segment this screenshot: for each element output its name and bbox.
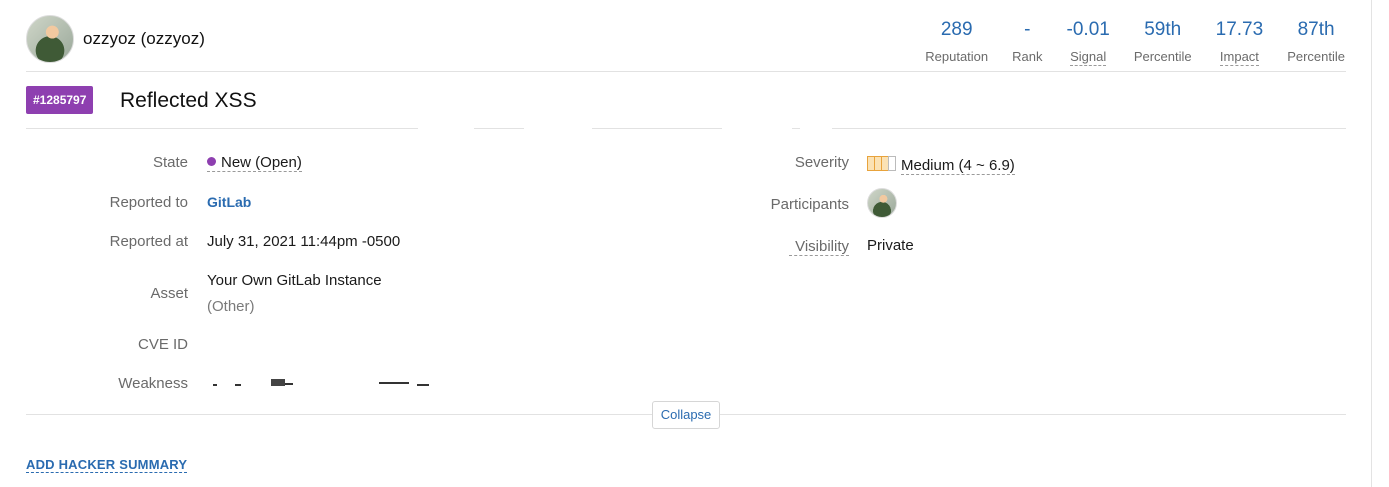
header-divider — [26, 71, 1346, 72]
reporter-username[interactable]: ozzyoz (ozzyoz) — [83, 29, 205, 49]
stat-label: Percentile — [1287, 49, 1345, 64]
stat-label: Reputation — [925, 49, 989, 64]
stat-value: 17.73 — [1215, 19, 1264, 40]
title-divider — [26, 128, 1346, 129]
reported-at-label: Reported at — [109, 233, 188, 250]
stat-reputation: 289 Reputation — [913, 16, 1000, 66]
visibility-value: Private — [867, 237, 914, 254]
collapse-button[interactable]: Collapse — [652, 401, 720, 429]
participants-label: Participants — [770, 196, 849, 213]
stat-label: Percentile — [1133, 49, 1192, 64]
severity-value[interactable]: Medium (4 ~ 6.9) — [867, 156, 1015, 175]
stat-impact-percentile: 87th Percentile — [1275, 16, 1345, 66]
asset-value: Your Own GitLab Instance — [207, 272, 382, 289]
reported-at-value: July 31, 2021 11:44pm -0500 — [207, 233, 401, 250]
state-dot-icon — [207, 157, 216, 166]
reported-to-label: Reported to — [109, 194, 188, 211]
cve-label: CVE ID — [137, 336, 188, 353]
weakness-value-redacted — [207, 372, 447, 388]
stat-rank: - Rank — [1000, 16, 1054, 66]
redaction-mark — [722, 126, 792, 131]
asset-label: Asset — [150, 285, 188, 302]
report-title: Reflected XSS — [120, 89, 257, 112]
add-hacker-summary-link[interactable]: ADD HACKER SUMMARY — [26, 457, 188, 473]
weakness-label: Weakness — [118, 375, 188, 392]
stat-value: 289 — [940, 19, 973, 40]
redaction-mark — [800, 126, 832, 131]
report-id-badge[interactable]: #1285797 — [26, 86, 94, 114]
stat-label[interactable]: Signal — [1070, 48, 1107, 66]
asset-type: (Other) — [207, 298, 255, 315]
redaction-mark — [418, 126, 474, 131]
visibility-label[interactable]: Visibility — [789, 238, 849, 256]
severity-label: Severity — [794, 154, 849, 171]
participant-avatar[interactable] — [867, 188, 897, 218]
program-link[interactable]: GitLab — [207, 194, 251, 210]
stat-value: -0.01 — [1066, 19, 1110, 40]
stat-value: - — [1024, 19, 1031, 40]
page-gutter — [1372, 0, 1389, 487]
state-text: New (Open) — [221, 154, 302, 171]
stat-impact: 17.73 Impact — [1204, 16, 1276, 66]
reporter-stats: 289 Reputation - Rank -0.01 Signal 59th … — [913, 16, 1345, 66]
redaction-mark — [524, 126, 592, 131]
stat-signal: -0.01 Signal — [1055, 16, 1122, 66]
reporter-avatar[interactable] — [26, 15, 74, 63]
state-value[interactable]: New (Open) — [207, 154, 302, 172]
state-label: State — [152, 154, 188, 171]
stat-signal-percentile: 59th Percentile — [1122, 16, 1204, 66]
stat-value: 87th — [1297, 19, 1335, 40]
stat-value: 59th — [1144, 19, 1182, 40]
severity-meter-icon — [867, 156, 899, 171]
stat-label: Rank — [1012, 49, 1043, 64]
report-card: ozzyoz (ozzyoz) 289 Reputation - Rank -0… — [0, 0, 1372, 487]
severity-text: Medium (4 ~ 6.9) — [901, 157, 1015, 175]
stat-label[interactable]: Impact — [1219, 48, 1259, 66]
